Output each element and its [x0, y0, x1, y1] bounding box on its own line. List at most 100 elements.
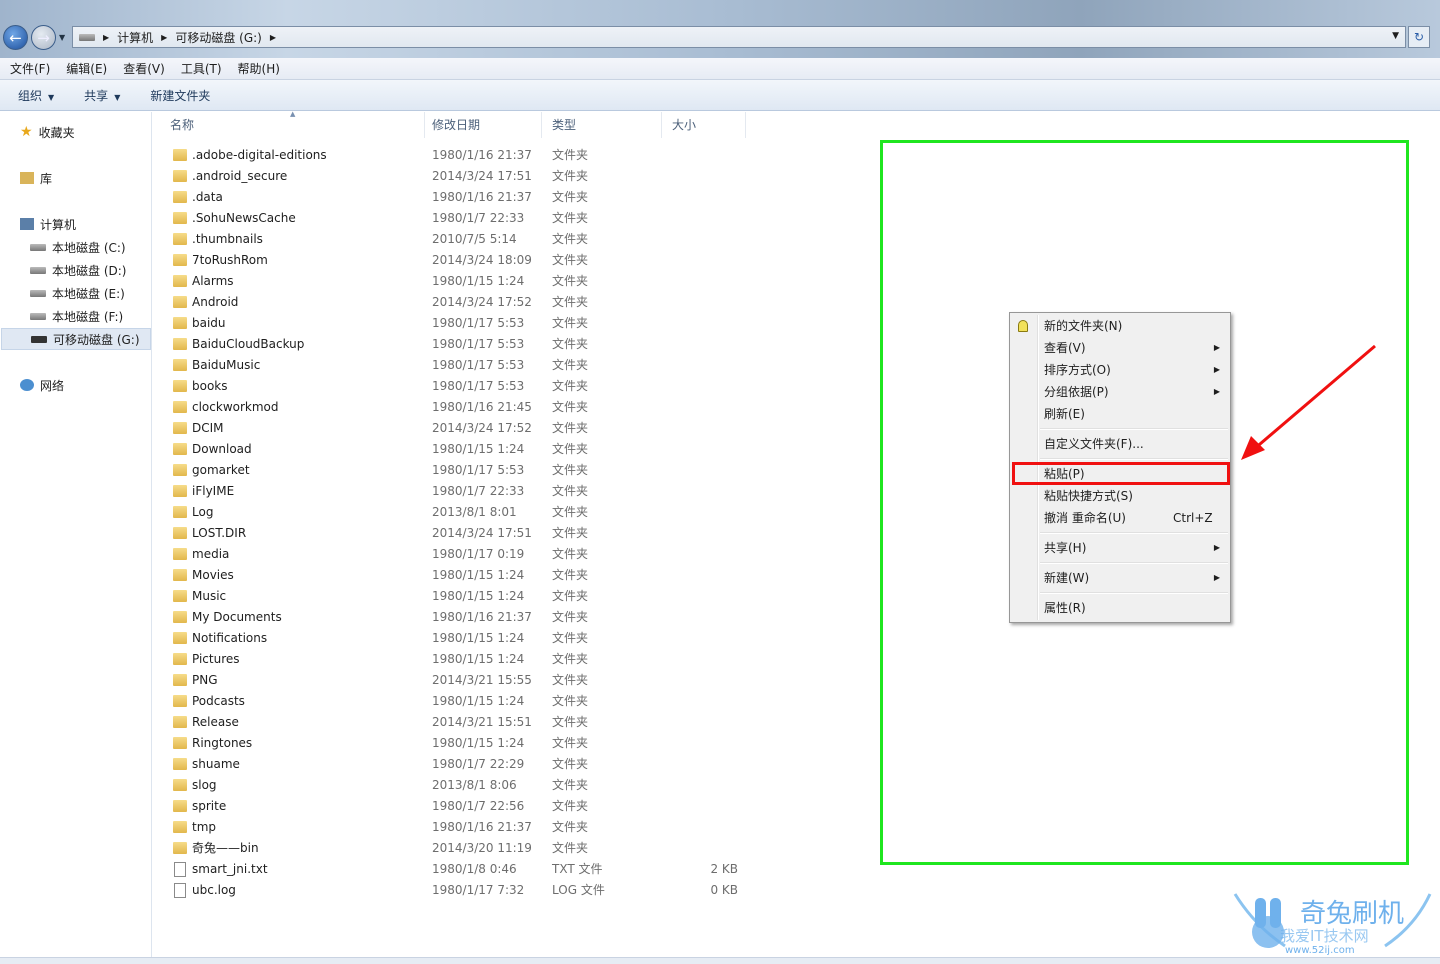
sidebar-item-network[interactable]: 网络 — [20, 374, 64, 396]
file-row[interactable]: .adobe-digital-editions 1980/1/16 21:37 … — [160, 145, 750, 166]
folder-icon — [173, 611, 187, 623]
file-row[interactable]: Music 1980/1/15 1:24 文件夹 — [160, 586, 750, 607]
column-date[interactable]: 修改日期 — [422, 112, 542, 138]
file-row[interactable]: slog 2013/8/1 8:06 文件夹 — [160, 775, 750, 796]
menu-view[interactable]: 查看(V) — [123, 60, 165, 77]
chevron-right-icon[interactable]: ▶ — [161, 33, 167, 42]
file-row[interactable]: DCIM 2014/3/24 17:52 文件夹 — [160, 418, 750, 439]
context-menu-item[interactable]: 共享(H) ▶ — [1012, 537, 1228, 559]
back-button[interactable]: ← — [3, 25, 28, 50]
sidebar-item-drive-e[interactable]: 本地磁盘 (E:) — [30, 282, 125, 304]
file-row[interactable]: BaiduMusic 1980/1/17 5:53 文件夹 — [160, 355, 750, 376]
file-row[interactable]: tmp 1980/1/16 21:37 文件夹 — [160, 817, 750, 838]
drive-icon — [79, 33, 95, 41]
new-folder-button[interactable]: 新建文件夹 — [150, 87, 210, 104]
file-type: 文件夹 — [552, 421, 589, 435]
context-menu-item[interactable]: 属性(R) — [1012, 597, 1228, 619]
label: 本地磁盘 (D:) — [52, 263, 127, 278]
context-menu-item[interactable]: 自定义文件夹(F)... — [1012, 433, 1228, 455]
folder-icon — [173, 590, 187, 602]
folder-icon — [173, 233, 187, 245]
file-row[interactable]: ubc.log 1980/1/17 7:32 LOG 文件 0 KB — [160, 880, 750, 901]
refresh-button[interactable]: ↻ — [1408, 26, 1430, 48]
history-dropdown-icon[interactable]: ▼ — [59, 33, 65, 42]
star-icon: ★ — [20, 124, 33, 140]
file-row[interactable]: Download 1980/1/15 1:24 文件夹 — [160, 439, 750, 460]
file-date: 1980/1/15 1:24 — [432, 631, 525, 645]
sidebar-item-drive-g[interactable]: 可移动磁盘 (G:) — [1, 328, 151, 350]
file-row[interactable]: BaiduCloudBackup 1980/1/17 5:53 文件夹 — [160, 334, 750, 355]
file-row[interactable]: clockworkmod 1980/1/16 21:45 文件夹 — [160, 397, 750, 418]
file-row[interactable]: Movies 1980/1/15 1:24 文件夹 — [160, 565, 750, 586]
address-dropdown-icon[interactable]: ▼ — [1392, 31, 1399, 41]
context-menu-item[interactable]: 刷新(E) — [1012, 403, 1228, 425]
file-row[interactable]: Notifications 1980/1/15 1:24 文件夹 — [160, 628, 750, 649]
drive-icon — [30, 289, 46, 297]
file-row[interactable]: My Documents 1980/1/16 21:37 文件夹 — [160, 607, 750, 628]
file-row[interactable]: Ringtones 1980/1/15 1:24 文件夹 — [160, 733, 750, 754]
file-date: 1980/1/17 7:32 — [432, 883, 525, 897]
chevron-right-icon[interactable]: ▶ — [270, 33, 276, 42]
breadcrumb-computer[interactable]: 计算机 — [117, 29, 153, 46]
menu-tools[interactable]: 工具(T) — [181, 60, 222, 77]
file-row[interactable]: baidu 1980/1/17 5:53 文件夹 — [160, 313, 750, 334]
file-date: 1980/1/16 21:37 — [432, 148, 532, 162]
file-date: 2014/3/20 11:19 — [432, 841, 532, 855]
file-row[interactable]: LOST.DIR 2014/3/24 17:51 文件夹 — [160, 523, 750, 544]
context-menu-item[interactable]: 撤消 重命名(U) Ctrl+Z — [1012, 507, 1228, 529]
context-menu-item[interactable]: 排序方式(O) ▶ — [1012, 359, 1228, 381]
file-row[interactable]: .android_secure 2014/3/24 17:51 文件夹 — [160, 166, 750, 187]
file-row[interactable]: iFlyIME 1980/1/7 22:33 文件夹 — [160, 481, 750, 502]
file-row[interactable]: media 1980/1/17 0:19 文件夹 — [160, 544, 750, 565]
file-row[interactable]: .thumbnails 2010/7/5 5:14 文件夹 — [160, 229, 750, 250]
file-row[interactable]: Release 2014/3/21 15:51 文件夹 — [160, 712, 750, 733]
context-menu-item[interactable]: 新的文件夹(N) — [1012, 315, 1228, 337]
menu-help[interactable]: 帮助(H) — [238, 60, 280, 77]
context-menu-item[interactable]: 粘贴快捷方式(S) — [1012, 485, 1228, 507]
sidebar-item-drive-f[interactable]: 本地磁盘 (F:) — [30, 305, 123, 327]
context-menu-item[interactable]: 新建(W) ▶ — [1012, 567, 1228, 589]
menu-bar: 文件(F) 编辑(E) 查看(V) 工具(T) 帮助(H) — [0, 58, 1440, 80]
menu-file[interactable]: 文件(F) — [10, 60, 50, 77]
file-row[interactable]: sprite 1980/1/7 22:56 文件夹 — [160, 796, 750, 817]
folder-icon — [173, 338, 187, 350]
file-row[interactable]: Android 2014/3/24 17:52 文件夹 — [160, 292, 750, 313]
menu-item-label: 共享(H) — [1044, 541, 1087, 555]
file-row[interactable]: .SohuNewsCache 1980/1/7 22:33 文件夹 — [160, 208, 750, 229]
file-row[interactable]: books 1980/1/17 5:53 文件夹 — [160, 376, 750, 397]
shortcut-label: Ctrl+Z — [1173, 511, 1213, 525]
column-size[interactable]: 大小 — [662, 112, 746, 138]
file-date: 2010/7/5 5:14 — [432, 232, 517, 246]
file-row[interactable]: smart_jni.txt 1980/1/8 0:46 TXT 文件 2 KB — [160, 859, 750, 880]
file-row[interactable]: gomarket 1980/1/17 5:53 文件夹 — [160, 460, 750, 481]
sidebar-item-drive-d[interactable]: 本地磁盘 (D:) — [30, 259, 126, 281]
organize-button[interactable]: 组织 ▼ — [18, 87, 54, 104]
context-menu-item[interactable]: 查看(V) ▶ — [1012, 337, 1228, 359]
sidebar-item-drive-c[interactable]: 本地磁盘 (C:) — [30, 236, 126, 258]
annotation-arrow — [1241, 344, 1376, 460]
chevron-right-icon[interactable]: ▶ — [103, 33, 109, 42]
file-row[interactable]: Alarms 1980/1/15 1:24 文件夹 — [160, 271, 750, 292]
file-row[interactable]: .data 1980/1/16 21:37 文件夹 — [160, 187, 750, 208]
breadcrumb-drive-g[interactable]: 可移动磁盘 (G:) — [175, 29, 262, 46]
sidebar-item-favorites[interactable]: ★ 收藏夹 — [20, 121, 75, 143]
file-row[interactable]: Log 2013/8/1 8:01 文件夹 — [160, 502, 750, 523]
context-menu-item[interactable]: 分组依据(P) ▶ — [1012, 381, 1228, 403]
file-row[interactable]: shuame 1980/1/7 22:29 文件夹 — [160, 754, 750, 775]
column-type[interactable]: 类型 — [542, 112, 662, 138]
file-row[interactable]: PNG 2014/3/21 15:55 文件夹 — [160, 670, 750, 691]
address-bar[interactable]: ▶ 计算机 ▶ 可移动磁盘 (G:) ▶ ▼ — [72, 26, 1406, 48]
forward-button[interactable]: → — [31, 25, 56, 50]
file-row[interactable]: Pictures 1980/1/15 1:24 文件夹 — [160, 649, 750, 670]
submenu-arrow-icon: ▶ — [1213, 365, 1220, 374]
sidebar-item-libraries[interactable]: 库 — [20, 167, 52, 189]
sidebar-item-computer[interactable]: 计算机 — [20, 213, 76, 235]
folder-icon — [173, 737, 187, 749]
file-name: BaiduCloudBackup — [192, 337, 305, 351]
menu-edit[interactable]: 编辑(E) — [66, 60, 107, 77]
file-row[interactable]: Podcasts 1980/1/15 1:24 文件夹 — [160, 691, 750, 712]
file-row[interactable]: 奇兔——bin 2014/3/20 11:19 文件夹 — [160, 838, 750, 859]
file-row[interactable]: 7toRushRom 2014/3/24 18:09 文件夹 — [160, 250, 750, 271]
file-name: ubc.log — [192, 883, 236, 897]
share-button[interactable]: 共享 ▼ — [84, 87, 120, 104]
